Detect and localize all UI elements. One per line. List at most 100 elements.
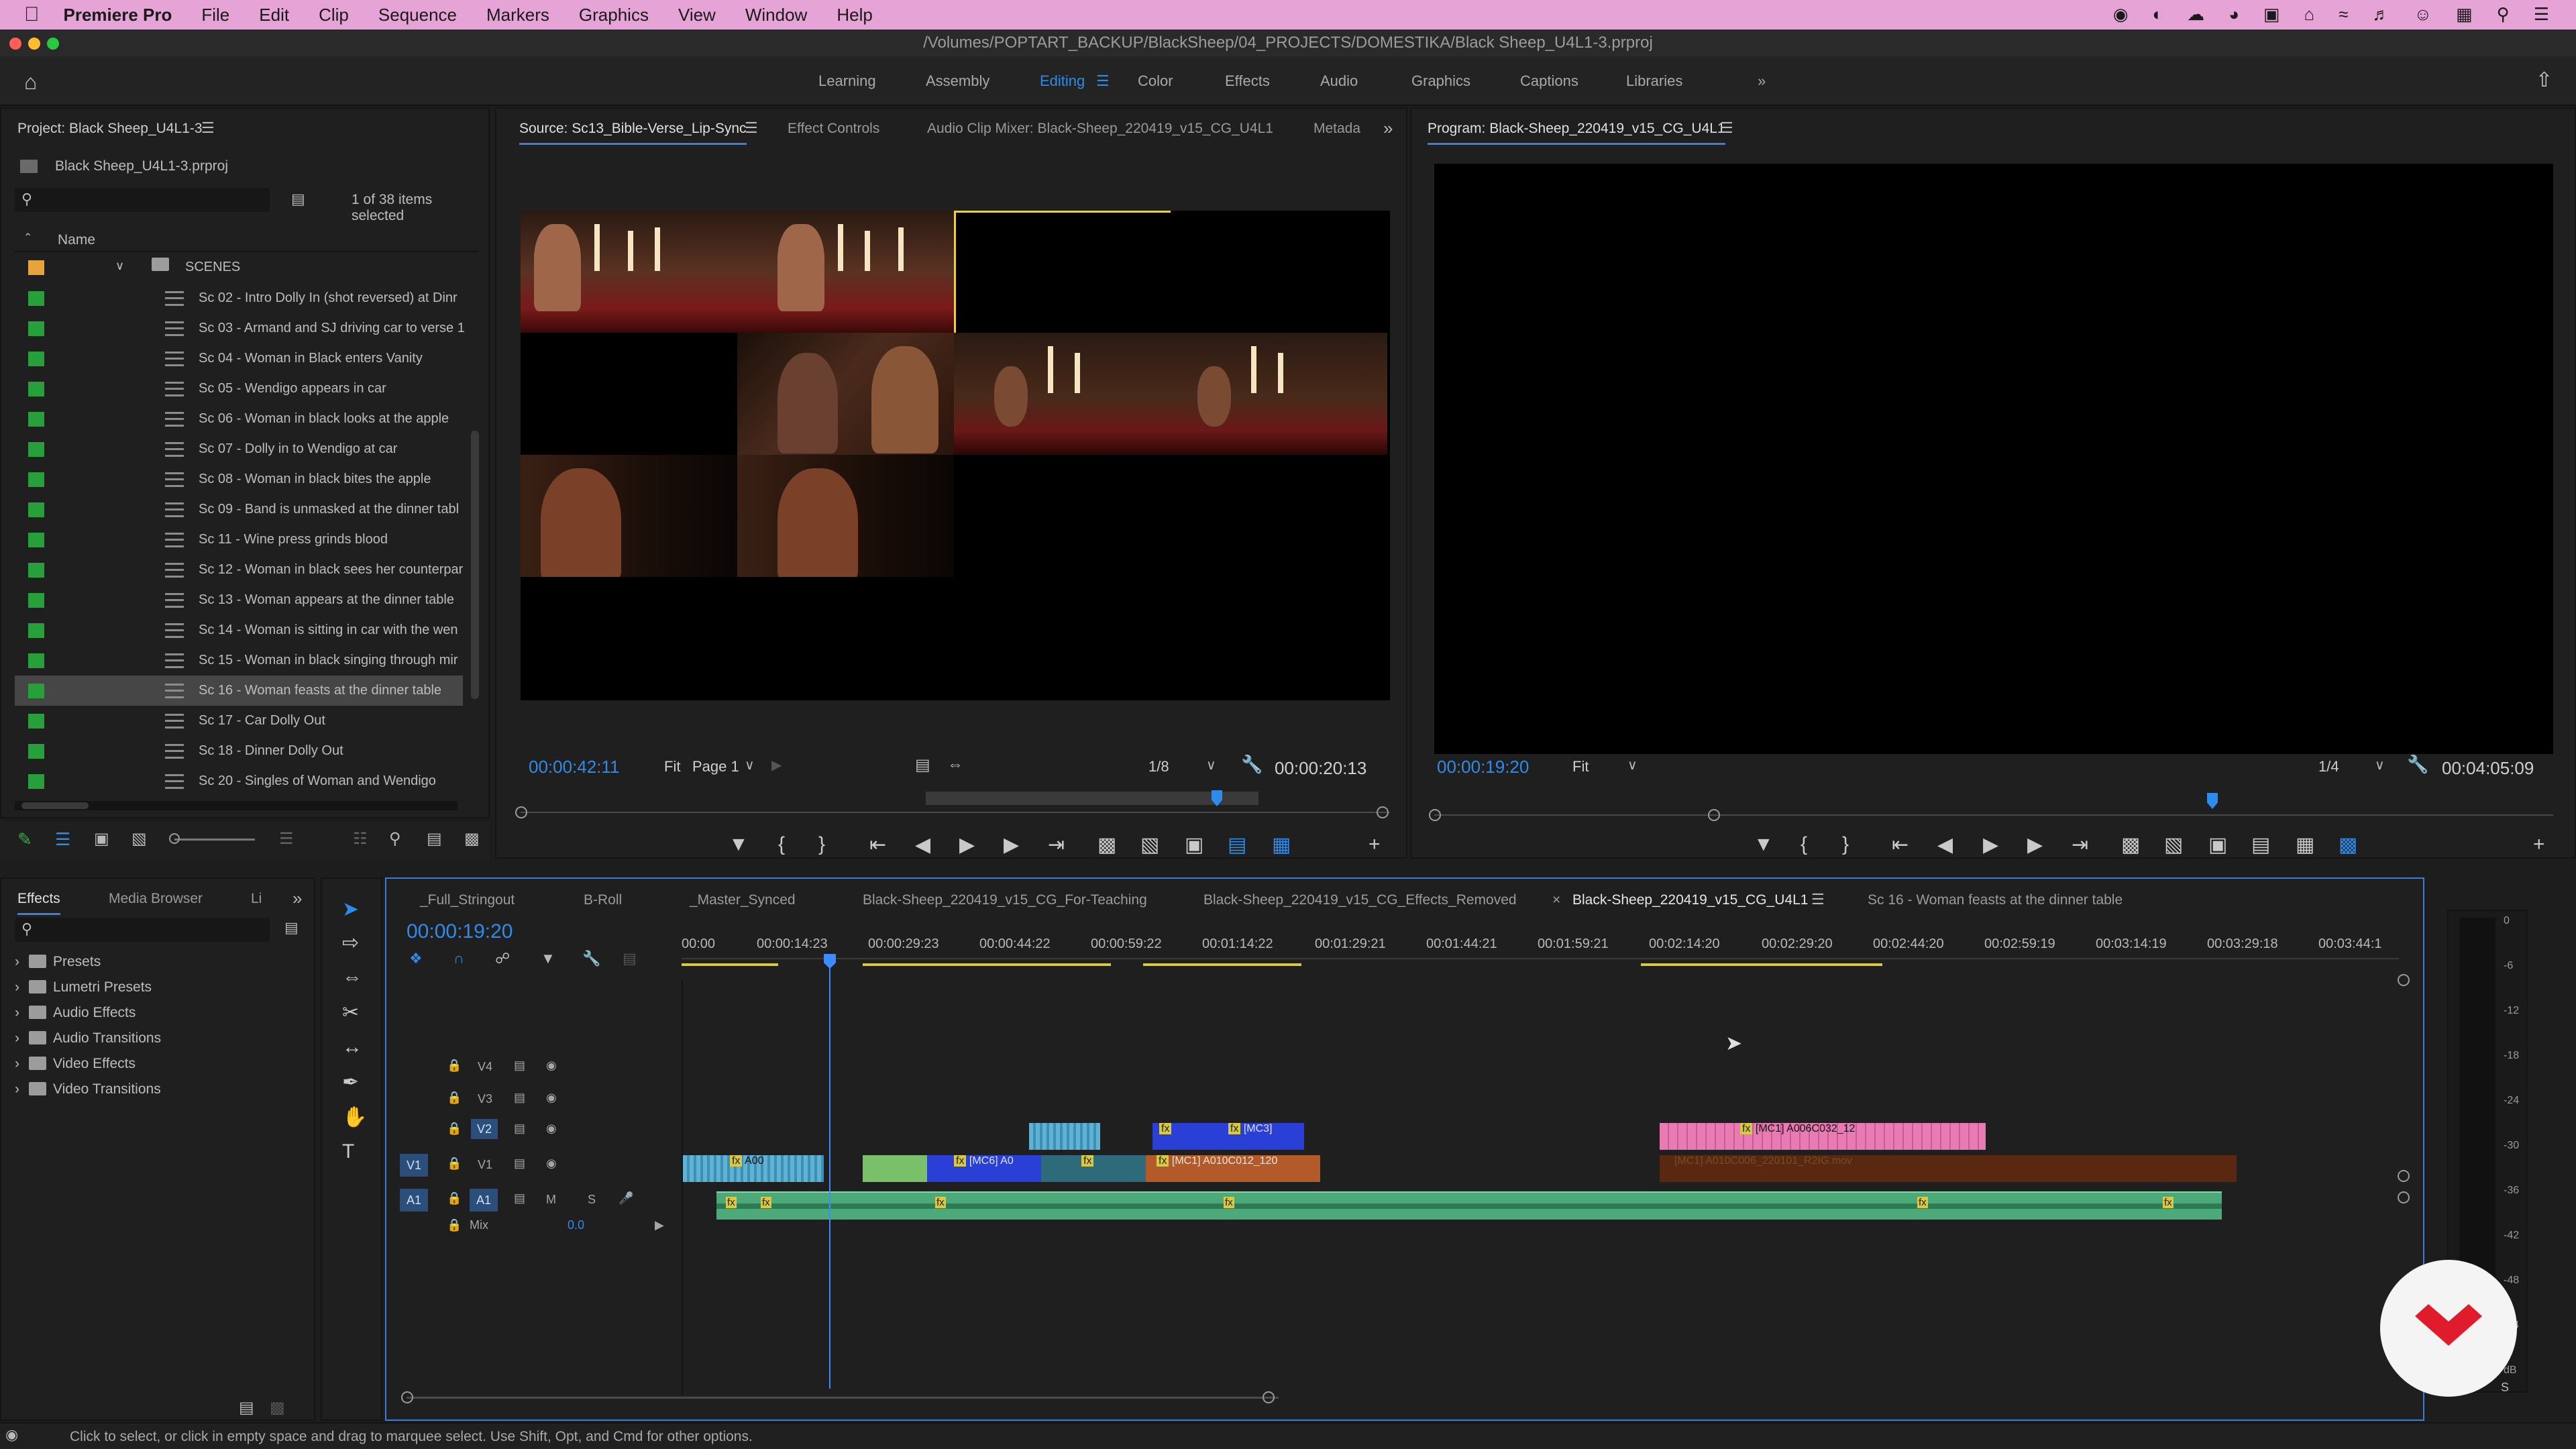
project-list-item[interactable]: Sc 16 - Woman feasts at the dinner table — [15, 676, 463, 706]
project-search-input[interactable]: ⚲ — [15, 188, 270, 212]
timeline-tab-effects-removed[interactable]: Black-Sheep_220419_v15_CG_Effects_Remove… — [1203, 892, 1517, 908]
timeline-tab-close-icon[interactable]: × — [1552, 892, 1560, 908]
tab-audio-clip-mixer[interactable]: Audio Clip Mixer: Black-Sheep_220419_v15… — [927, 121, 1273, 137]
lock-icon[interactable]: 🔒 — [447, 1157, 462, 1171]
lift-icon[interactable]: ▩ — [2121, 833, 2140, 857]
project-list-item[interactable]: Sc 18 - Dinner Dolly Out — [15, 736, 463, 766]
vscroll-handle-top[interactable] — [2398, 974, 2410, 986]
mix-end-icon[interactable]: ▶ — [655, 1218, 664, 1232]
workspace-learning[interactable]: Learning — [818, 72, 876, 90]
scrubber-end-handle[interactable] — [1377, 806, 1389, 818]
input-icon[interactable]: ▦ — [2456, 4, 2473, 25]
label-swatch[interactable] — [28, 260, 44, 275]
find-icon[interactable]: ⚲ — [389, 829, 401, 849]
camera-angle-1[interactable] — [521, 211, 737, 333]
scrubber-start-handle[interactable] — [1429, 809, 1441, 821]
effects-item-lumetri-presets[interactable]: › Lumetri Presets — [15, 979, 152, 996]
close-window-icon[interactable] — [9, 38, 21, 50]
project-list-item[interactable]: Sc 05 - Wendigo appears in car — [15, 374, 463, 404]
source-scrubber[interactable] — [521, 812, 1390, 813]
sort-icon[interactable]: ˆ — [25, 231, 30, 248]
workspace-assembly[interactable]: Assembly — [926, 72, 989, 90]
slip-tool-icon[interactable]: ↔ — [342, 1036, 362, 1059]
timeline-playhead[interactable] — [829, 959, 830, 1389]
project-list-item[interactable]: Sc 17 - Car Dolly Out — [15, 706, 463, 736]
menu-file[interactable]: File — [201, 5, 229, 25]
audio-vscroll-handle[interactable] — [2398, 1191, 2410, 1203]
panel-menu-icon[interactable]: ☰ — [1720, 119, 1733, 137]
program-fit-select[interactable]: Fit — [1572, 758, 1589, 775]
go-to-in-icon[interactable]: ⇤ — [1892, 833, 1909, 857]
project-scrollbar[interactable] — [471, 431, 479, 699]
timeline-tab-b-roll[interactable]: B-Roll — [584, 892, 622, 908]
v2-clip-mc3[interactable]: fx fx [MC3] — [1152, 1123, 1304, 1150]
effects-item-video-effects[interactable]: › Video Effects — [15, 1056, 136, 1072]
label-swatch[interactable] — [28, 684, 44, 698]
effects-search-input[interactable]: ⚲ — [15, 918, 270, 942]
label-swatch[interactable] — [28, 291, 44, 306]
export-frame-icon[interactable]: ▣ — [2208, 833, 2227, 857]
workspace-effects[interactable]: Effects — [1225, 72, 1270, 90]
menu-help[interactable]: Help — [837, 5, 872, 25]
search-icon[interactable]: ⚲ — [2497, 4, 2510, 25]
chevron-right-icon[interactable]: » — [1383, 118, 1393, 139]
ripple-edit-tool-icon[interactable]: ⇔ — [342, 966, 362, 989]
folder-row[interactable]: ∨ SCENES — [15, 252, 463, 282]
selection-tool-icon[interactable]: ➤ — [342, 898, 359, 921]
eye-icon[interactable]: ◉ — [546, 1122, 557, 1136]
eye-icon[interactable]: ◉ — [546, 1157, 557, 1171]
workspace-audio[interactable]: Audio — [1320, 72, 1358, 90]
workspace-editing[interactable]: Editing — [1040, 72, 1085, 90]
wrench-icon[interactable]: 🔧 — [582, 950, 600, 967]
minimize-window-icon[interactable] — [28, 38, 40, 50]
source-viewer[interactable] — [521, 211, 1390, 700]
add-marker-icon[interactable]: ▼ — [729, 833, 749, 856]
apple-icon[interactable]:  — [24, 3, 40, 26]
tab-effect-controls[interactable]: Effect Controls — [788, 121, 879, 137]
source-in-out-range[interactable] — [926, 792, 1258, 805]
cloud-icon[interactable]: ☁ — [2187, 4, 2204, 25]
go-to-out-icon[interactable]: ⇥ — [1048, 833, 1065, 857]
mute-button[interactable]: M — [546, 1193, 556, 1207]
project-list-item[interactable]: Sc 11 - Wine press grinds blood — [15, 525, 463, 555]
v2-clip-cyan[interactable] — [1029, 1123, 1100, 1150]
overwrite-icon[interactable]: ▧ — [1140, 833, 1159, 857]
camera-angle-10[interactable] — [737, 455, 954, 577]
home-icon[interactable]: ⌂ — [24, 70, 37, 95]
mark-in-icon[interactable]: { — [778, 833, 785, 856]
program-scrubber[interactable] — [1434, 814, 2553, 816]
tab-effects[interactable]: Effects — [17, 891, 60, 915]
workspace-color[interactable]: Color — [1138, 72, 1173, 90]
project-list-item[interactable]: Sc 13 - Woman appears at the dinner tabl… — [15, 585, 463, 615]
label-swatch[interactable] — [28, 321, 44, 336]
step-forward-icon[interactable]: ▶ — [2027, 833, 2043, 857]
export-frame-icon[interactable]: ▣ — [1185, 833, 1203, 857]
a1-audio-clip[interactable]: fx fx fx fx fx fx — [716, 1191, 2222, 1220]
effects-item-audio-transitions[interactable]: › Audio Transitions — [15, 1030, 161, 1046]
camera-angle-5[interactable] — [521, 333, 737, 455]
timeline-ruler[interactable]: 00:00 00:00:14:23 00:00:29:23 00:00:44:2… — [682, 936, 2399, 977]
lock-icon[interactable]: 🔒 — [447, 1122, 462, 1136]
source-patch-v1[interactable]: V1 — [400, 1154, 428, 1177]
linked-selection-icon[interactable]: ☍ — [495, 950, 510, 967]
workspace-graphics[interactable]: Graphics — [1411, 72, 1470, 90]
play-button-icon[interactable]: ▶ — [1983, 833, 1998, 857]
project-list-item[interactable]: Sc 15 - Woman in black singing through m… — [15, 645, 463, 676]
track-v2-label[interactable]: V2 — [471, 1119, 498, 1139]
project-list-item[interactable]: Sc 20 - Singles of Woman and Wendigo — [15, 766, 463, 796]
sync-icon[interactable]: ◐ — [2153, 4, 2163, 25]
lock-icon[interactable]: 🔒 — [447, 1091, 462, 1105]
new-bin-icon[interactable]: ▤ — [427, 829, 442, 849]
label-swatch[interactable] — [28, 623, 44, 638]
snap-icon[interactable]: ∩ — [453, 950, 464, 967]
mark-out-icon[interactable]: } — [1842, 833, 1849, 856]
project-list-item[interactable]: Sc 09 - Band is unmasked at the dinner t… — [15, 494, 463, 525]
new-custom-bin-icon[interactable]: ▤ — [239, 1398, 254, 1417]
lock-icon[interactable]: 🔒 — [447, 1218, 462, 1232]
label-swatch[interactable] — [28, 774, 44, 789]
label-swatch[interactable] — [28, 502, 44, 517]
zoom-slider-handle[interactable] — [169, 833, 180, 844]
timeline-timecode[interactable]: 00:00:19:20 — [407, 920, 513, 943]
vscroll-handle-bottom[interactable] — [2398, 1170, 2410, 1182]
creative-cloud-icon[interactable]: ◉ — [2113, 4, 2129, 25]
